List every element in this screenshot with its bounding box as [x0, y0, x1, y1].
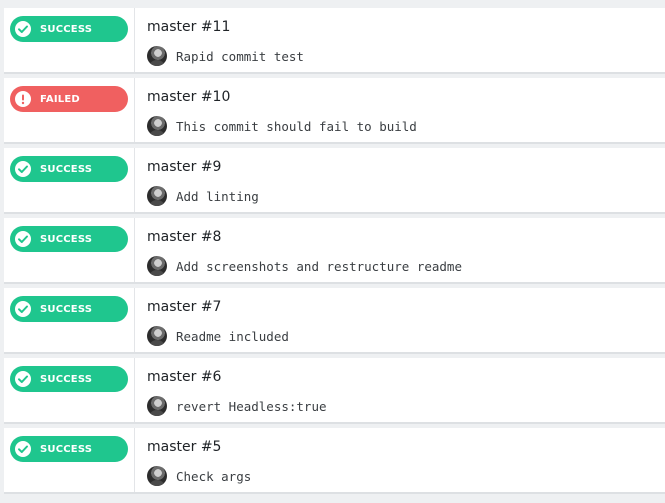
- status-badge: SUCCESS: [10, 296, 128, 322]
- build-title[interactable]: master #9: [147, 158, 665, 176]
- check-circle-icon: [15, 21, 31, 37]
- status-badge: FAILED: [10, 86, 128, 112]
- build-title[interactable]: master #10: [147, 88, 665, 106]
- status-badge: SUCCESS: [10, 366, 128, 392]
- status-label: SUCCESS: [40, 163, 93, 175]
- commit-message: Rapid commit test: [176, 48, 304, 64]
- check-circle-icon: [15, 231, 31, 247]
- status-cell: SUCCESS: [4, 358, 135, 422]
- info-cell: master #6 revert Headless:true: [135, 358, 665, 422]
- info-cell: master #5 Check args: [135, 428, 665, 492]
- avatar: [147, 466, 167, 486]
- build-row[interactable]: SUCCESS master #5 Check args: [4, 428, 665, 494]
- build-row[interactable]: SUCCESS master #7 Readme included: [4, 288, 665, 354]
- build-title[interactable]: master #6: [147, 368, 665, 386]
- avatar: [147, 396, 167, 416]
- build-row[interactable]: SUCCESS master #9 Add linting: [4, 148, 665, 214]
- check-circle-icon: [15, 441, 31, 457]
- commit-message: Check args: [176, 468, 252, 484]
- commit-message: This commit should fail to build: [176, 118, 417, 134]
- commit-message: Readme included: [176, 328, 289, 344]
- build-row[interactable]: FAILED master #10 This commit should fai…: [4, 78, 665, 144]
- commit-message: revert Headless:true: [176, 398, 327, 414]
- build-row[interactable]: SUCCESS master #8 Add screenshots and re…: [4, 218, 665, 284]
- commit-line: Add linting: [147, 186, 665, 206]
- info-cell: master #9 Add linting: [135, 148, 665, 212]
- info-cell: master #7 Readme included: [135, 288, 665, 352]
- info-cell: master #11 Rapid commit test: [135, 8, 665, 72]
- build-list: SUCCESS master #11 Rapid commit test FAI…: [4, 8, 665, 498]
- status-label: SUCCESS: [40, 23, 93, 35]
- commit-line: Readme included: [147, 326, 665, 346]
- avatar: [147, 256, 167, 276]
- commit-line: Add screenshots and restructure readme: [147, 256, 665, 276]
- status-cell: SUCCESS: [4, 8, 135, 72]
- build-title[interactable]: master #7: [147, 298, 665, 316]
- commit-line: revert Headless:true: [147, 396, 665, 416]
- check-circle-icon: [15, 301, 31, 317]
- build-row[interactable]: SUCCESS master #6 revert Headless:true: [4, 358, 665, 424]
- commit-message: Add screenshots and restructure readme: [176, 258, 462, 274]
- info-cell: master #10 This commit should fail to bu…: [135, 78, 665, 142]
- commit-line: Check args: [147, 466, 665, 486]
- status-label: SUCCESS: [40, 233, 93, 245]
- exclamation-circle-icon: [15, 91, 31, 107]
- status-badge: SUCCESS: [10, 226, 128, 252]
- status-badge: SUCCESS: [10, 156, 128, 182]
- build-row[interactable]: SUCCESS master #11 Rapid commit test: [4, 8, 665, 74]
- status-cell: FAILED: [4, 78, 135, 142]
- status-label: SUCCESS: [40, 443, 93, 455]
- avatar: [147, 186, 167, 206]
- status-label: FAILED: [40, 93, 80, 105]
- status-label: SUCCESS: [40, 303, 93, 315]
- build-title[interactable]: master #8: [147, 228, 665, 246]
- status-label: SUCCESS: [40, 373, 93, 385]
- status-cell: SUCCESS: [4, 148, 135, 212]
- status-badge: SUCCESS: [10, 16, 128, 42]
- build-title[interactable]: master #5: [147, 438, 665, 456]
- commit-line: Rapid commit test: [147, 46, 665, 66]
- avatar: [147, 326, 167, 346]
- avatar: [147, 46, 167, 66]
- build-title[interactable]: master #11: [147, 18, 665, 36]
- status-badge: SUCCESS: [10, 436, 128, 462]
- info-cell: master #8 Add screenshots and restructur…: [135, 218, 665, 282]
- commit-message: Add linting: [176, 188, 259, 204]
- check-circle-icon: [15, 161, 31, 177]
- check-circle-icon: [15, 371, 31, 387]
- commit-line: This commit should fail to build: [147, 116, 665, 136]
- avatar: [147, 116, 167, 136]
- status-cell: SUCCESS: [4, 428, 135, 492]
- status-cell: SUCCESS: [4, 218, 135, 282]
- status-cell: SUCCESS: [4, 288, 135, 352]
